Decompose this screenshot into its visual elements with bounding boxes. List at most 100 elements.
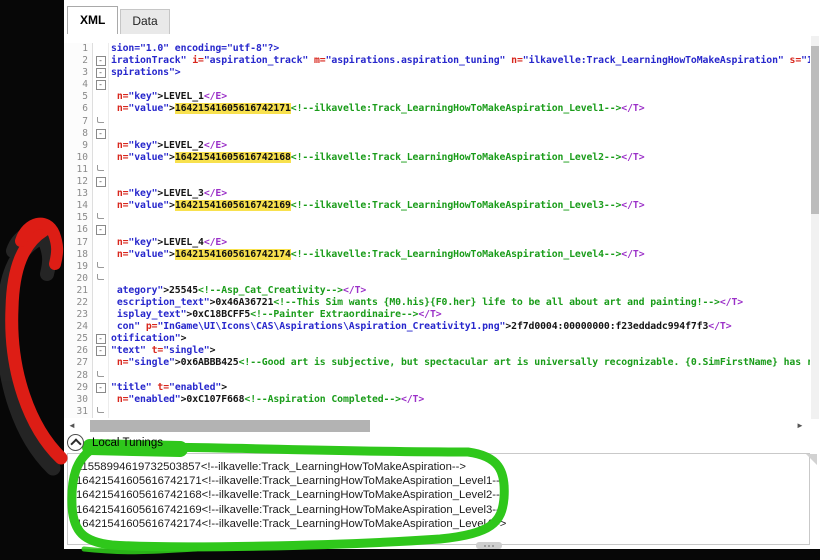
fold-collapse-icon[interactable]: - (96, 56, 106, 66)
fold-margin[interactable]: - (93, 345, 109, 357)
code-text (109, 176, 810, 188)
code-text: otification"> (109, 333, 810, 345)
fold-margin[interactable]: - (93, 55, 109, 67)
line-number: 4 (64, 79, 93, 91)
line-number: 16 (64, 224, 93, 236)
code-text: n="value">16421541605616742168<!--ilkave… (109, 152, 810, 164)
fold-collapse-icon[interactable]: - (96, 80, 106, 90)
fold-margin (93, 43, 109, 55)
resize-grip-icon[interactable] (806, 454, 817, 465)
hscroll-track[interactable] (78, 419, 794, 433)
code-line[interactable]: 3-spirations"> (64, 67, 810, 79)
fold-margin[interactable]: - (93, 79, 109, 91)
collapse-button[interactable] (67, 434, 84, 451)
code-line[interactable]: 15 (64, 212, 810, 224)
code-line[interactable]: 2-irationTrack" i="aspiration_track" m="… (64, 55, 810, 67)
horizontal-scrollbar[interactable]: ◄ ► (66, 419, 806, 433)
code-text (109, 370, 810, 382)
code-lines: 1 sion="1.0" encoding="utf-8"?>2-irationT… (64, 43, 810, 418)
code-line[interactable]: 18 n="value">16421541605616742174<!--ilk… (64, 249, 810, 261)
code-line[interactable]: 23 isplay_text">0xC18BCFF5<!--Painter Ex… (64, 309, 810, 321)
splitter-handle[interactable] (476, 542, 502, 549)
scroll-right-icon[interactable]: ► (794, 419, 806, 433)
line-number: 28 (64, 370, 93, 382)
code-line[interactable]: 25-otification"> (64, 333, 810, 345)
fold-collapse-icon[interactable]: - (96, 334, 106, 344)
code-line[interactable]: 29-"title" t="enabled"> (64, 382, 810, 394)
code-line[interactable]: 14 n="value">16421541605616742169<!--ilk… (64, 200, 810, 212)
code-line[interactable]: 12- (64, 176, 810, 188)
vertical-scrollbar[interactable] (811, 36, 819, 419)
fold-collapse-icon[interactable]: - (96, 346, 106, 356)
code-text (109, 79, 810, 91)
fold-margin (93, 309, 109, 321)
line-number: 2 (64, 55, 93, 67)
code-line[interactable]: 16- (64, 224, 810, 236)
fold-margin (93, 370, 109, 382)
code-line[interactable]: 20 (64, 273, 810, 285)
fold-margin[interactable]: - (93, 67, 109, 79)
local-tunings-textarea[interactable]: 11558994619732503857<!--ilkavelle:Track_… (67, 453, 810, 545)
code-text: isplay_text">0xC18BCFF5<!--Painter Extra… (109, 309, 810, 321)
code-text (109, 224, 810, 236)
code-line[interactable]: 8- (64, 128, 810, 140)
tab-data[interactable]: Data (120, 9, 169, 34)
fold-margin[interactable]: - (93, 382, 109, 394)
local-tunings-label: Local Tunings (90, 436, 165, 450)
tab-bar: XML Data (67, 6, 170, 34)
fold-margin (93, 200, 109, 212)
code-line[interactable]: 21 ategory">25545<!--Asp_Cat_Creativity-… (64, 285, 810, 297)
line-number: 3 (64, 67, 93, 79)
code-line[interactable]: 31 (64, 406, 810, 418)
code-text: n="value">16421541605616742174<!--ilkave… (109, 249, 810, 261)
fold-collapse-icon[interactable]: - (96, 177, 106, 187)
fold-collapse-icon[interactable]: - (96, 68, 106, 78)
tuning-line: 11558994619732503857<!--ilkavelle:Track_… (76, 460, 809, 474)
hscroll-thumb[interactable] (90, 420, 370, 432)
line-number: 5 (64, 91, 93, 103)
code-text: n="key">LEVEL_4</E> (109, 237, 810, 249)
line-number: 15 (64, 212, 93, 224)
code-line[interactable]: 4- (64, 79, 810, 91)
code-text: escription_text">0x46A36721<!--This Sim … (109, 297, 810, 309)
code-line[interactable]: 27 n="single">0x6ABBB425<!--Good art is … (64, 357, 810, 369)
fold-margin (93, 394, 109, 406)
code-line[interactable]: 1 sion="1.0" encoding="utf-8"?> (64, 43, 810, 55)
code-line[interactable]: 9 n="key">LEVEL_2</E> (64, 140, 810, 152)
fold-collapse-icon[interactable]: - (96, 129, 106, 139)
code-line[interactable]: 28 (64, 370, 810, 382)
code-line[interactable]: 19 (64, 261, 810, 273)
line-number: 25 (64, 333, 93, 345)
code-line[interactable]: 6 n="value">16421541605616742171<!--ilka… (64, 103, 810, 115)
code-line[interactable]: 5 n="key">LEVEL_1</E> (64, 91, 810, 103)
fold-margin (93, 261, 109, 273)
fold-collapse-icon[interactable]: - (96, 225, 106, 235)
tab-xml[interactable]: XML (67, 6, 118, 34)
fold-margin[interactable]: - (93, 176, 109, 188)
code-line[interactable]: 30 n="enabled">0xC107F668<!--Aspiration … (64, 394, 810, 406)
line-number: 1 (64, 43, 93, 55)
code-text: n="value">16421541605616742171<!--ilkave… (109, 103, 810, 115)
vscroll-thumb[interactable] (811, 46, 819, 214)
code-text (109, 128, 810, 140)
code-line[interactable]: 24 con" p="InGame\UI\Icons\CAS\Aspiratio… (64, 321, 810, 333)
fold-margin[interactable]: - (93, 333, 109, 345)
code-line[interactable]: 11 (64, 164, 810, 176)
scroll-left-icon[interactable]: ◄ (66, 419, 78, 433)
code-line[interactable]: 10 n="value">16421541605616742168<!--ilk… (64, 152, 810, 164)
line-number: 20 (64, 273, 93, 285)
code-line[interactable]: 22 escription_text">0x46A36721<!--This S… (64, 297, 810, 309)
code-line[interactable]: 13 n="key">LEVEL_3</E> (64, 188, 810, 200)
fold-margin[interactable]: - (93, 128, 109, 140)
code-line[interactable]: 26-"text" t="single"> (64, 345, 810, 357)
code-text: sion="1.0" encoding="utf-8"?> (109, 43, 810, 55)
code-line[interactable]: 17 n="key">LEVEL_4</E> (64, 237, 810, 249)
code-line[interactable]: 7 (64, 116, 810, 128)
fold-collapse-icon[interactable]: - (96, 383, 106, 393)
xml-code-editor[interactable]: 1 sion="1.0" encoding="utf-8"?>2-irationT… (64, 36, 810, 426)
fold-margin[interactable]: - (93, 224, 109, 236)
line-number: 23 (64, 309, 93, 321)
fold-end-mark (97, 274, 104, 280)
red-arrow-shadow (4, 234, 53, 468)
fold-end-mark (97, 262, 104, 268)
